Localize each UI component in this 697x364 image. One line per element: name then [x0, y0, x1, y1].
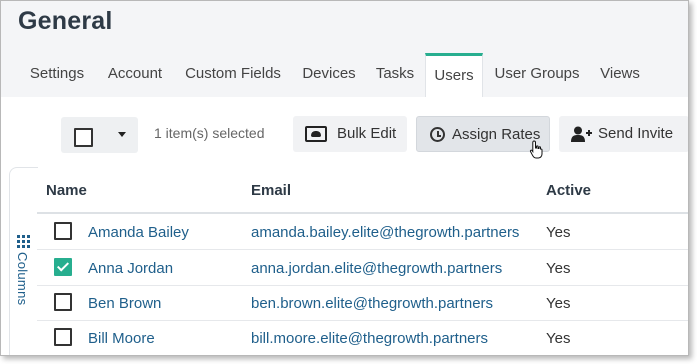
tab-user-groups[interactable]: User Groups: [485, 53, 589, 97]
send-invite-label: Send Invite: [598, 125, 674, 142]
assign-rates-label: Assign Rates: [452, 126, 541, 143]
user-active: Yes: [546, 295, 571, 312]
row-checkbox[interactable]: [54, 328, 72, 346]
user-active: Yes: [546, 260, 571, 277]
user-email[interactable]: bill.moore.elite@thegrowth.partners: [251, 330, 488, 347]
table-row[interactable]: Bill Moore bill.moore.elite@thegrowth.pa…: [37, 320, 688, 355]
page-header: General Settings Account Custom Fields D…: [1, 1, 688, 98]
columns-panel-toggle[interactable]: Columns: [1, 167, 38, 355]
bulk-edit-label: Bulk Edit: [337, 125, 397, 142]
toolbar: 1 item(s) selected Bulk Edit Assign Rate…: [1, 97, 688, 167]
select-all-dropdown[interactable]: [61, 117, 138, 153]
cloud-icon: [305, 126, 327, 142]
selection-count: 1 item(s) selected: [154, 125, 265, 141]
bulk-edit-button[interactable]: Bulk Edit: [293, 116, 407, 152]
page-title: General: [18, 7, 113, 35]
column-header-email[interactable]: Email: [251, 182, 291, 199]
add-user-icon: [571, 126, 592, 142]
column-header-active[interactable]: Active: [546, 182, 591, 199]
user-name[interactable]: Amanda Bailey: [88, 224, 189, 241]
caret-down-icon[interactable]: [118, 132, 126, 137]
user-email[interactable]: ben.brown.elite@thegrowth.partners: [251, 295, 493, 312]
tab-tasks[interactable]: Tasks: [366, 53, 424, 97]
user-active: Yes: [546, 224, 571, 241]
user-email[interactable]: anna.jordan.elite@thegrowth.partners: [251, 260, 502, 277]
table-row[interactable]: Ben Brown ben.brown.elite@thegrowth.part…: [37, 285, 688, 321]
columns-label[interactable]: Columns: [15, 252, 30, 305]
table-row[interactable]: Anna Jordan anna.jordan.elite@thegrowth.…: [37, 250, 688, 286]
tab-settings[interactable]: Settings: [18, 53, 96, 97]
hand-cursor-icon: [529, 140, 543, 159]
app-window: General Settings Account Custom Fields D…: [0, 0, 689, 356]
grid-icon: [17, 235, 30, 248]
user-email[interactable]: amanda.bailey.elite@thegrowth.partners: [251, 224, 519, 241]
tab-account[interactable]: Account: [98, 53, 172, 97]
row-checkbox[interactable]: [54, 293, 72, 311]
row-checkbox[interactable]: [54, 222, 72, 240]
column-header-name[interactable]: Name: [46, 182, 87, 199]
tab-views[interactable]: Views: [591, 53, 649, 97]
select-all-checkbox[interactable]: [74, 128, 93, 147]
tab-users[interactable]: Users: [425, 53, 483, 98]
user-name[interactable]: Bill Moore: [88, 330, 155, 347]
user-active: Yes: [546, 330, 571, 347]
user-name[interactable]: Ben Brown: [88, 295, 161, 312]
table-row[interactable]: Amanda Bailey amanda.bailey.elite@thegro…: [37, 214, 688, 250]
tab-bar: Settings Account Custom Fields Devices T…: [1, 53, 688, 98]
tab-devices[interactable]: Devices: [294, 53, 364, 97]
user-name[interactable]: Anna Jordan: [88, 260, 173, 277]
row-checkbox[interactable]: [54, 258, 72, 276]
tab-custom-fields[interactable]: Custom Fields: [174, 53, 292, 97]
send-invite-button[interactable]: Send Invite: [559, 116, 688, 152]
clock-icon: [430, 127, 445, 142]
